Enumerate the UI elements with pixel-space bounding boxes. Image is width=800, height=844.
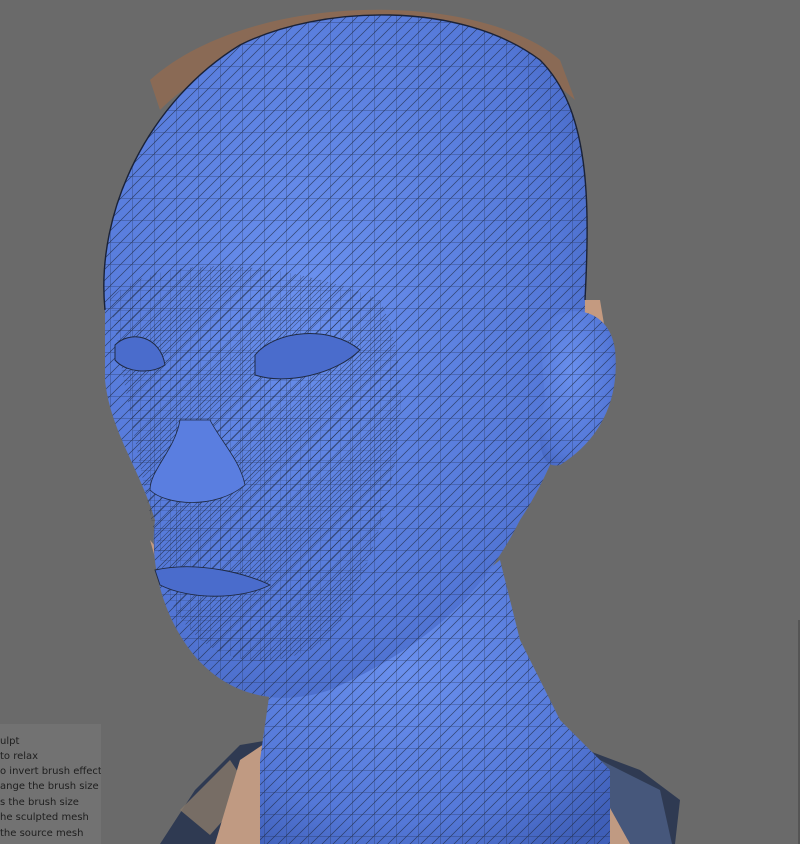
sculpt-scene[interactable] — [0, 0, 800, 844]
help-line: to relax — [0, 751, 39, 762]
help-line: o invert brush effect — [0, 766, 101, 777]
3d-viewport[interactable]: ulpt to relax o invert brush effect ange… — [0, 0, 800, 844]
help-line: he sculpted mesh — [0, 812, 89, 823]
sculpted-head-mesh[interactable] — [103, 14, 616, 844]
help-line: the source mesh — [0, 828, 84, 839]
help-line: ulpt — [0, 736, 20, 747]
help-line: ange the brush size — [0, 781, 99, 792]
help-overlay: ulpt to relax o invert brush effect ange… — [0, 724, 101, 844]
help-line: s the brush size — [0, 797, 79, 808]
